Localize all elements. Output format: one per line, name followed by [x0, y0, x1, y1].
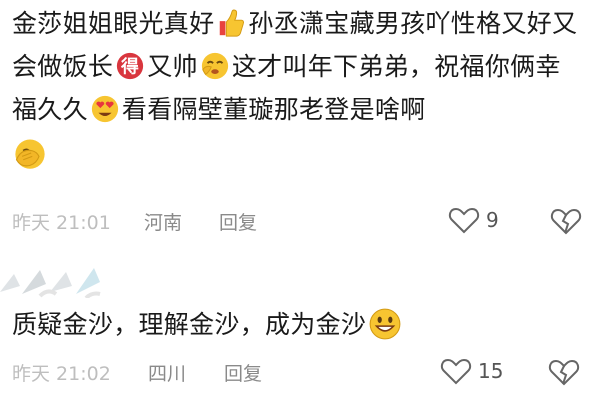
reply-button[interactable]: 回复 — [224, 359, 262, 386]
comment-location: 四川 — [148, 363, 187, 385]
comment-text-segment: 质疑金沙，理解金沙，成为金沙 — [12, 310, 367, 339]
comment-time: 昨天 21:02 — [12, 363, 111, 385]
reply-button[interactable]: 回复 — [219, 208, 257, 235]
grinning-face-icon — [368, 307, 402, 341]
comment-text-segment: 又帅 — [147, 52, 198, 81]
comment-text-segment: 金莎姐姐眼光真好 — [12, 9, 215, 38]
like-button[interactable]: 9 — [448, 206, 499, 234]
heart-icon — [440, 358, 472, 385]
sticker-glyph: 得 — [120, 56, 139, 78]
facepalm-face-icon — [12, 135, 48, 171]
comment-text: 金莎姐姐眼光真好 孙丞潇宝藏男孩吖性格又好又会做饭长得又帅 这才叫年下弟弟，祝福你俩… — [12, 2, 584, 174]
comment-location: 河南 — [144, 212, 183, 234]
heart-icon — [448, 207, 480, 234]
heart-eyes-face-icon — [90, 94, 120, 124]
like-button[interactable]: 15 — [440, 357, 503, 385]
watermark-logo — [0, 268, 101, 298]
broken-heart-icon[interactable] — [550, 206, 582, 236]
comment-meta: 昨天 21:02 四川 回复 15 — [12, 357, 582, 387]
comment-time: 昨天 21:01 — [12, 212, 111, 234]
comment-text: 质疑金沙，理解金沙，成为金沙 — [12, 303, 584, 346]
thumbs-up-icon — [216, 8, 246, 38]
comment-item: 金莎姐姐眼光真好 孙丞潇宝藏男孩吖性格又好又会做饭长得又帅 这才叫年下弟弟，祝福你俩… — [0, 0, 596, 245]
like-count: 15 — [478, 359, 504, 383]
comment-meta: 昨天 21:01 河南 回复 9 — [12, 206, 582, 236]
broken-heart-icon[interactable] — [548, 357, 580, 387]
comment-item: 质疑金沙，理解金沙，成为金沙 昨天 21:02 四川 回复 15 — [0, 295, 596, 402]
de-sticker-icon: 得 — [115, 51, 145, 81]
cheeky-face-icon — [200, 51, 230, 81]
like-count: 9 — [486, 208, 499, 232]
comment-text-segment: 看看隔壁董璇那老登是啥啊 — [121, 95, 426, 124]
